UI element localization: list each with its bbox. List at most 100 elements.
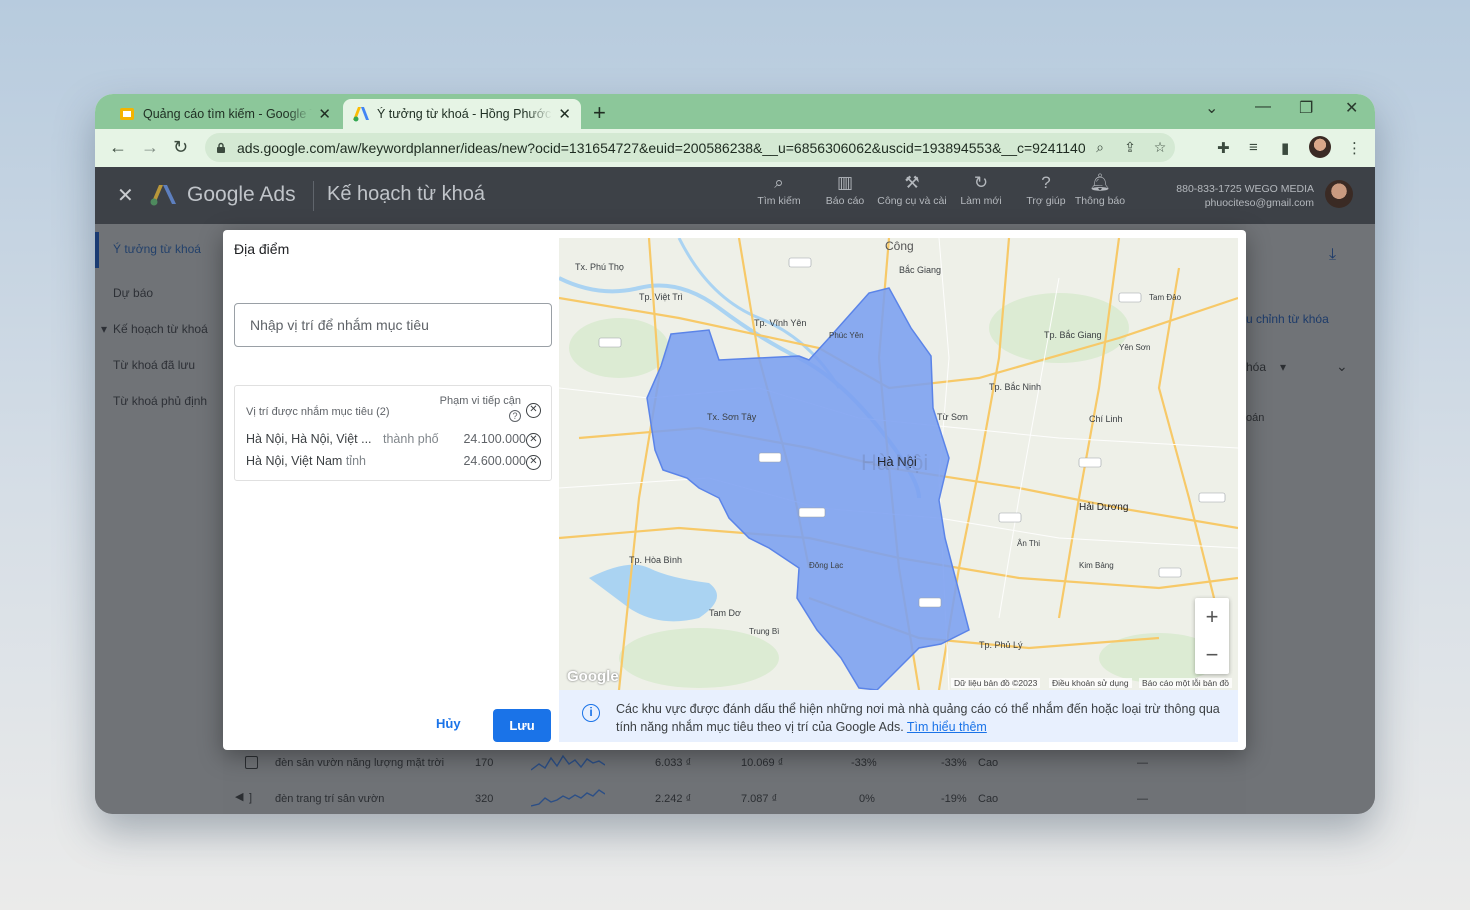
- sidebar-item-forecast[interactable]: Dự báo: [113, 286, 153, 300]
- map-label-haiduong: Hải Dương: [1079, 502, 1128, 513]
- info-banner: i Các khu vực được đánh dấu thể hiện nhữ…: [559, 690, 1238, 742]
- avatar[interactable]: [1325, 180, 1353, 208]
- map-label-bacninh: Tp. Bắc Ninh: [989, 382, 1041, 392]
- header-reports-button[interactable]: ▥ Báo cáo: [810, 173, 880, 207]
- scroll-left-icon[interactable]: ◀: [235, 790, 243, 803]
- side-panel-icon[interactable]: ▮: [1281, 139, 1289, 157]
- tab-title: Ý tưởng từ khoá - Hồng Phước A: [377, 107, 553, 121]
- refine-keywords-link[interactable]: u chỉnh từ khóa: [1246, 312, 1329, 326]
- remove-location-icon[interactable]: ✕: [526, 455, 541, 470]
- tab-search-ads[interactable]: Quảng cáo tìm kiếm - Google Tr ✕: [109, 99, 341, 129]
- sidebar-item-keyword-plans[interactable]: Kế hoạch từ khoá: [113, 322, 208, 336]
- header-tools-button[interactable]: ⚒ Công cụ và cài: [877, 173, 947, 207]
- tab-title: Quảng cáo tìm kiếm - Google Tr: [143, 107, 313, 121]
- map-label-bangiang: Bắc Giang: [899, 265, 941, 275]
- header-notifications-button[interactable]: 🔔︎ Thông báo: [1065, 173, 1135, 207]
- learn-more-link[interactable]: Tìm hiểu thêm: [907, 720, 987, 734]
- change-cell: 0%: [859, 793, 875, 805]
- menu-kebab-icon[interactable]: ⋮: [1347, 139, 1362, 157]
- header-button-label: Trợ giúp: [1026, 195, 1066, 207]
- trend-sparkline: [531, 789, 605, 807]
- account-email: phuociteso@gmail.com: [1204, 197, 1314, 209]
- location-search[interactable]: [234, 303, 552, 347]
- filter-label[interactable]: hóa: [1246, 360, 1266, 374]
- new-tab-icon[interactable]: +: [593, 100, 606, 126]
- map-label-viettri: Tp. Việt Trì: [639, 292, 683, 302]
- bookmark-star-icon[interactable]: ☆: [1145, 139, 1175, 156]
- reach-header: Phạm vi tiếp cận?: [435, 394, 521, 424]
- map-label-phutho: Tx. Phú Thọ: [575, 262, 624, 272]
- help-icon[interactable]: ?: [509, 410, 521, 422]
- map-label-hoabinh: Tp. Hòa Bình: [629, 555, 682, 565]
- map-label-tuson: Từ Sơn: [937, 412, 968, 422]
- minimize-icon[interactable]: —: [1255, 98, 1271, 116]
- zoom-out-button[interactable]: −: [1195, 636, 1229, 674]
- tab-search-icon[interactable]: ⌄: [1205, 98, 1218, 118]
- address-bar[interactable]: ads.google.com/aw/keywordplanner/ideas/n…: [205, 133, 1175, 162]
- map-label-phuly: Tp. Phủ Lý: [979, 640, 1023, 650]
- header-search-button[interactable]: ⌕ Tìm kiếm: [744, 173, 814, 207]
- map-label-donglac: Đông Lạc: [809, 561, 843, 570]
- lock-icon: [217, 142, 225, 153]
- header-button-label: Làm mới: [960, 195, 1002, 207]
- caret-down-icon[interactable]: ▾: [1280, 360, 1286, 374]
- reload-icon[interactable]: ↻: [173, 137, 188, 158]
- location-name: Hà Nội, Hà Nội, Việt ...: [246, 432, 372, 446]
- map-label-sontay: Tx. Sơn Tây: [707, 412, 757, 422]
- map-report-link[interactable]: Báo cáo một lỗi bản đồ: [1139, 678, 1232, 688]
- bid-high-cell: 7.087 ₫: [741, 793, 778, 805]
- table-row[interactable]: ◀ ] đèn trang trí sân vườn 320 2.242 ₫ 7…: [223, 780, 1246, 814]
- slides-icon: [120, 108, 134, 120]
- bid-low-cell: 6.033 ₫: [655, 757, 692, 769]
- sidebar-item-saved-keywords[interactable]: Từ khoá đã lưu: [113, 358, 195, 372]
- keyword-cell: đèn sân vườn năng lượng mặt trời: [275, 757, 445, 769]
- remove-all-icon[interactable]: ✕: [526, 403, 541, 418]
- close-window-icon[interactable]: ✕: [1345, 98, 1358, 118]
- remove-location-icon[interactable]: ✕: [526, 433, 541, 448]
- map-attribution: Dữ liệu bản đồ ©2023: [951, 678, 1041, 688]
- media-control-icon[interactable]: ≡: [1249, 139, 1258, 156]
- map-label-chilinh: Chí Linh: [1089, 414, 1123, 424]
- row-checkbox-partial[interactable]: ]: [249, 792, 252, 804]
- location-type: thành phố: [383, 432, 439, 446]
- url-text[interactable]: ads.google.com/aw/keywordplanner/ideas/n…: [237, 140, 1085, 156]
- map-label-hanoi-large: Hà Nội: [861, 450, 928, 475]
- extra-cell: —: [1137, 793, 1148, 805]
- volume-cell: 170: [475, 757, 494, 769]
- sidebar-item-keyword-ideas[interactable]: Ý tưởng từ khoá: [113, 242, 201, 256]
- close-icon[interactable]: ✕: [117, 183, 134, 208]
- zoom-in-button[interactable]: +: [1195, 598, 1229, 636]
- location-row: Hà Nội, Hà Nội, Việt ... thành phố 24.10…: [246, 432, 546, 446]
- cancel-button[interactable]: Hủy: [436, 716, 461, 731]
- save-button[interactable]: Lưu: [493, 709, 551, 742]
- back-icon[interactable]: ←: [109, 137, 127, 158]
- extensions-icon[interactable]: ✚: [1217, 139, 1230, 157]
- row-checkbox[interactable]: [245, 756, 258, 769]
- trend-sparkline: [531, 754, 605, 771]
- location-map[interactable]: Hà Nội Hà Nội Hải Dương Tp. Vĩnh Yên Tp.…: [559, 238, 1238, 690]
- zoom-icon[interactable]: ⌕: [1085, 139, 1115, 156]
- report-icon: ▥: [836, 173, 854, 192]
- restore-icon[interactable]: ❐: [1299, 98, 1313, 118]
- tab-keyword-ideas[interactable]: Ý tưởng từ khoá - Hồng Phước A ✕: [343, 99, 581, 129]
- download-icon[interactable]: ⤓: [1329, 246, 1336, 264]
- forward-icon[interactable]: →: [141, 137, 159, 158]
- map-zoom-control: + −: [1195, 598, 1229, 674]
- close-tab-icon[interactable]: ✕: [318, 105, 331, 123]
- caret-down-icon[interactable]: ▾: [101, 322, 107, 336]
- chevron-down-icon[interactable]: ⌄: [1336, 358, 1348, 375]
- map-terms-link[interactable]: Điều khoản sử dụng: [1049, 678, 1132, 688]
- brand-name: Google Ads: [187, 183, 296, 206]
- column-label: oán: [1246, 412, 1265, 424]
- wrench-icon: ⚒: [904, 173, 920, 192]
- profile-avatar[interactable]: [1309, 136, 1331, 158]
- close-tab-icon[interactable]: ✕: [558, 105, 571, 123]
- location-type: tỉnh: [345, 454, 366, 468]
- header-refresh-button[interactable]: ↻ Làm mới: [946, 173, 1016, 207]
- share-icon[interactable]: ⇪: [1115, 139, 1145, 156]
- competition-cell: Cao: [978, 793, 999, 805]
- location-search-input[interactable]: [250, 317, 536, 333]
- change-cell: -33%: [851, 757, 877, 769]
- sidebar-item-negative-keywords[interactable]: Từ khoá phủ định: [113, 394, 207, 408]
- account-info[interactable]: 880-833-1725 WEGO MEDIA phuociteso@gmail…: [1172, 182, 1314, 210]
